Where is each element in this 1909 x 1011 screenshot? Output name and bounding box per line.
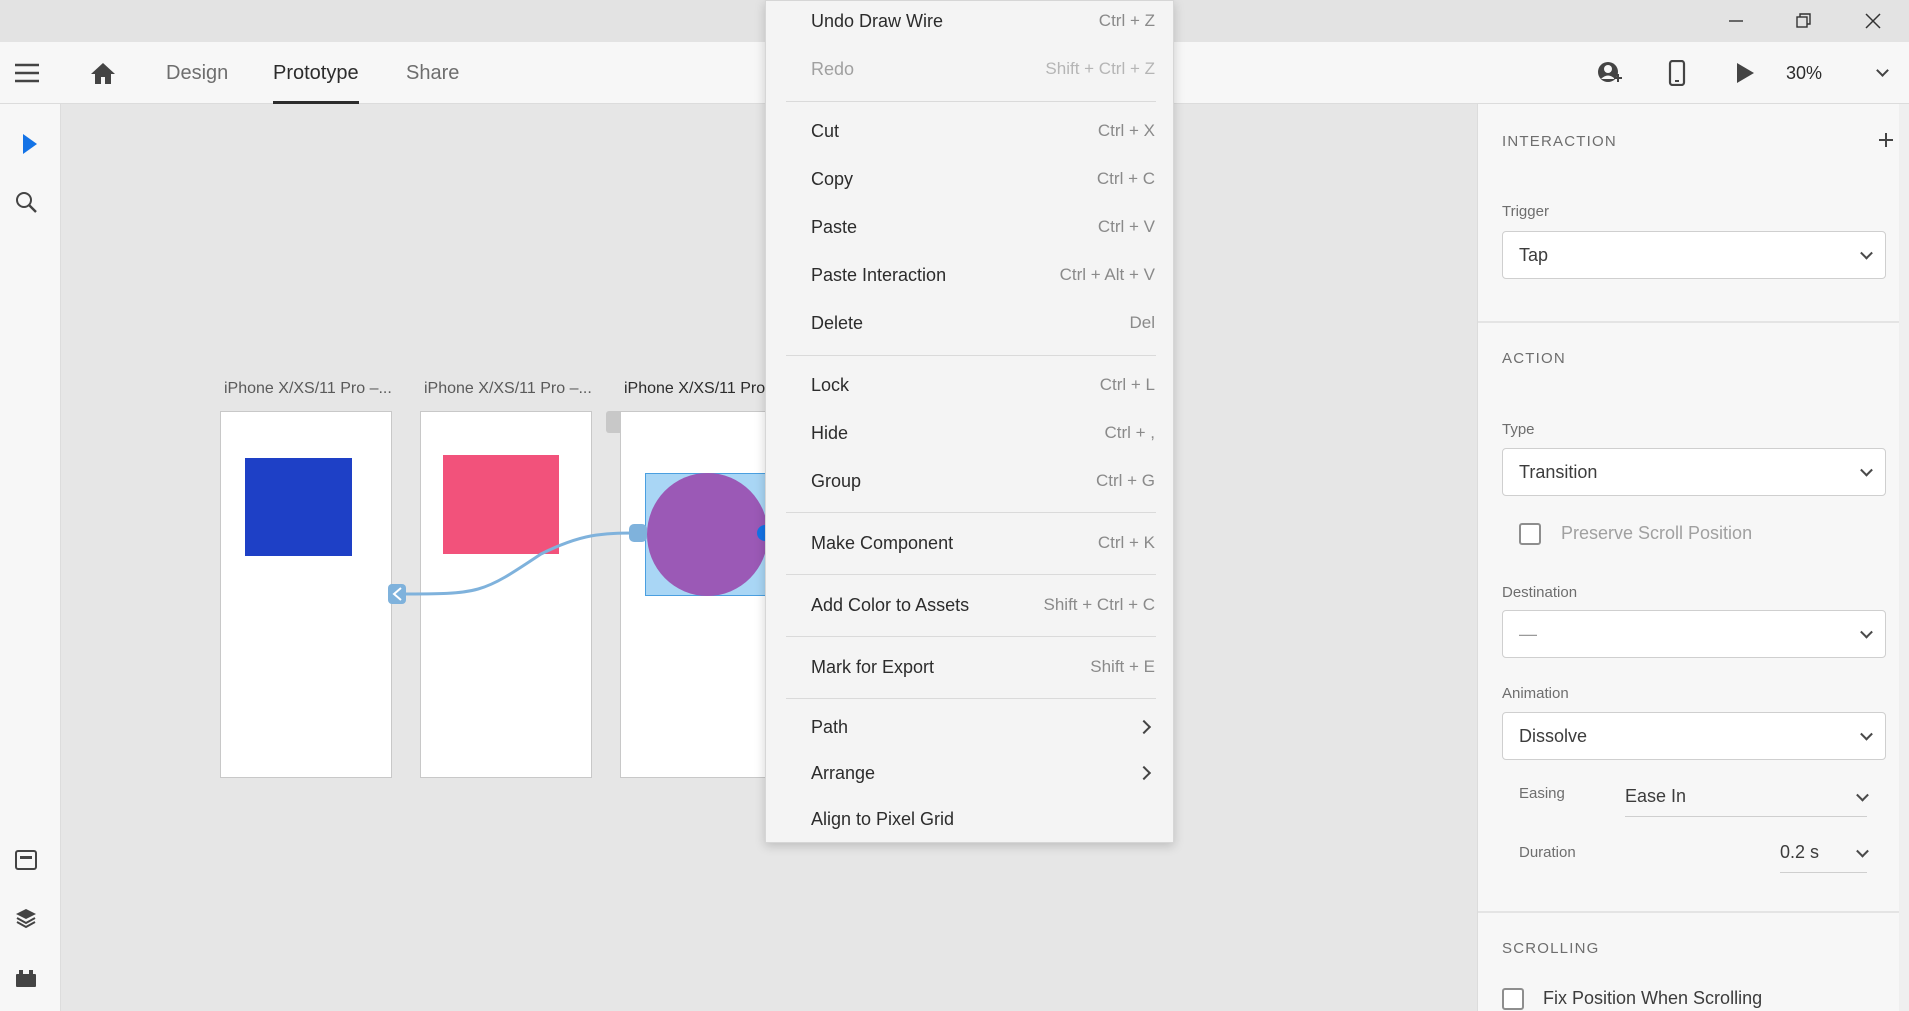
destination-select[interactable]: —: [1502, 610, 1886, 658]
preserve-scroll-label: Preserve Scroll Position: [1561, 523, 1753, 543]
menu-item-cut[interactable]: Cut Ctrl + X: [766, 111, 1175, 151]
menu-item-paste[interactable]: Paste Ctrl + V: [766, 207, 1175, 247]
section-divider: [1478, 911, 1909, 913]
destination-label: Destination: [1502, 584, 1578, 601]
context-menu: Undo Draw Wire Ctrl + Z Redo Shift + Ctrl …: [765, 0, 1174, 843]
menu-item-hide[interactable]: Hide Ctrl + ,: [766, 413, 1175, 453]
animation-value: Dissolve: [1519, 725, 1588, 746]
preserve-scroll-checkbox[interactable]: [1519, 523, 1541, 545]
menu-divider: [786, 355, 1156, 356]
chevron-down-icon: [1860, 463, 1873, 477]
close-icon[interactable]: [1843, 0, 1903, 42]
easing-select[interactable]: Ease In: [1625, 777, 1869, 817]
restore-icon[interactable]: [1774, 0, 1834, 42]
type-label: Type: [1502, 421, 1535, 438]
menu-item-paste-interaction[interactable]: Paste Interaction Ctrl + Alt + V: [766, 255, 1175, 295]
fix-position-label: Fix Position When Scrolling: [1543, 988, 1763, 1008]
menu-divider: [786, 101, 1156, 102]
menu-item-undo[interactable]: Undo Draw Wire Ctrl + Z: [766, 1, 1175, 41]
menu-divider: [786, 574, 1156, 575]
scrolling-section-title: SCROLLING: [1502, 940, 1600, 957]
chevron-right-icon: [1136, 765, 1152, 781]
trigger-select[interactable]: Tap: [1502, 231, 1886, 279]
trigger-value: Tap: [1519, 244, 1549, 265]
animation-label: Animation: [1502, 685, 1569, 702]
share-user-icon[interactable]: [1594, 58, 1626, 88]
chevron-down-icon: [1856, 788, 1869, 802]
type-value: Transition: [1519, 461, 1598, 482]
zoom-tool-icon[interactable]: [10, 186, 42, 218]
menu-item-delete[interactable]: Delete Del: [766, 303, 1175, 343]
menu-item-add-color-to-assets[interactable]: Add Color to Assets Shift + Ctrl + C: [766, 585, 1175, 625]
trigger-label: Trigger: [1502, 203, 1549, 220]
plugins-icon[interactable]: [10, 962, 42, 994]
chevron-down-icon: [1856, 844, 1869, 858]
menu-item-arrange[interactable]: Arrange: [766, 753, 1175, 793]
select-tool-icon[interactable]: [14, 128, 46, 160]
tab-design[interactable]: Design: [166, 42, 228, 104]
menu-item-redo[interactable]: Redo Shift + Ctrl + Z: [766, 49, 1175, 89]
tab-prototype[interactable]: Prototype: [273, 42, 359, 104]
chevron-right-icon: [1136, 719, 1152, 735]
duration-value: 0.2 s: [1780, 842, 1820, 862]
menu-item-path[interactable]: Path: [766, 707, 1175, 747]
tab-share[interactable]: Share: [406, 42, 459, 104]
type-select[interactable]: Transition: [1502, 448, 1886, 496]
duration-select[interactable]: 0.2 s: [1780, 833, 1869, 873]
menu-item-group[interactable]: Group Ctrl + G: [766, 461, 1175, 501]
animation-select[interactable]: Dissolve: [1502, 712, 1886, 760]
chevron-down-icon: [1860, 246, 1873, 260]
menu-item-lock[interactable]: Lock Ctrl + L: [766, 365, 1175, 405]
property-inspector: INTERACTION Trigger Tap ACTION Type Tran…: [1477, 104, 1909, 1011]
prototype-wire[interactable]: [61, 104, 773, 804]
menu-item-align-to-pixel-grid[interactable]: Align to Pixel Grid: [766, 799, 1175, 839]
layers-icon[interactable]: [10, 902, 42, 934]
menu-item-mark-for-export[interactable]: Mark for Export Shift + E: [766, 647, 1175, 687]
play-icon[interactable]: [1730, 58, 1760, 88]
assets-panel-icon[interactable]: [10, 844, 42, 876]
section-divider: [1478, 321, 1909, 323]
destination-value: —: [1519, 623, 1537, 644]
minimize-icon[interactable]: [1706, 0, 1766, 42]
fix-position-checkbox[interactable]: [1502, 988, 1524, 1010]
menu-item-copy[interactable]: Copy Ctrl + C: [766, 159, 1175, 199]
zoom-value: 30%: [1786, 62, 1823, 83]
easing-label: Easing: [1519, 785, 1565, 802]
duration-label: Duration: [1519, 844, 1576, 861]
add-interaction-icon[interactable]: [1876, 130, 1896, 150]
easing-value: Ease In: [1625, 786, 1687, 806]
menu-item-make-component[interactable]: Make Component Ctrl + K: [766, 523, 1175, 563]
menu-divider: [786, 698, 1156, 699]
device-preview-icon[interactable]: [1662, 58, 1692, 88]
zoom-select[interactable]: 30%: [1786, 42, 1896, 104]
interaction-section-title: INTERACTION: [1502, 133, 1617, 150]
menu-divider: [786, 636, 1156, 637]
home-icon[interactable]: [86, 58, 120, 88]
chevron-down-icon: [1860, 727, 1873, 741]
chevron-down-icon: [1860, 625, 1873, 639]
panel-scrollbar[interactable]: [1899, 104, 1909, 1011]
hamburger-menu-icon[interactable]: [12, 58, 42, 88]
action-section-title: ACTION: [1502, 350, 1566, 367]
left-toolbar: [0, 104, 61, 1011]
chevron-down-icon: [1876, 64, 1889, 77]
menu-divider: [786, 512, 1156, 513]
